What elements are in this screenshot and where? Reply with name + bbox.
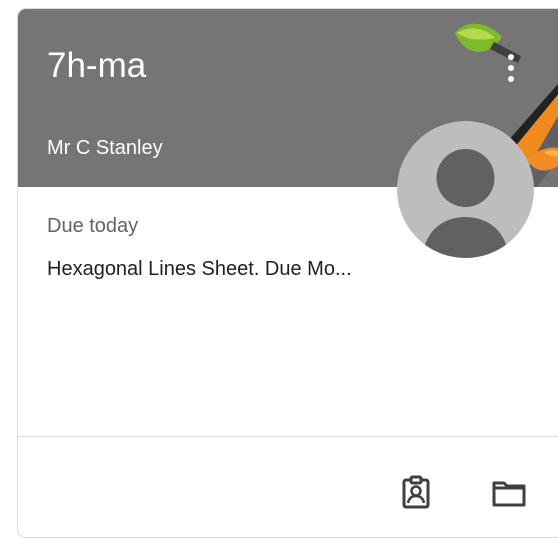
footer-divider [18,436,558,437]
teacher-name: Mr C Stanley [47,137,163,159]
class-drive-folder-button[interactable] [488,471,530,513]
teacher-avatar[interactable] [397,121,534,258]
person-icon [422,149,509,258]
due-label: Due today [47,215,139,237]
class-card[interactable]: 7h-ma Mr C Stanley Due today Hexagonal L… [17,8,558,538]
your-work-button[interactable] [395,471,437,513]
assignment-ind-icon [402,475,430,509]
more-options-icon[interactable] [502,49,520,87]
folder-icon [492,481,526,507]
assignment-link[interactable]: Hexagonal Lines Sheet. Due Mo... [47,257,397,281]
class-title[interactable]: 7h-ma [47,46,146,86]
